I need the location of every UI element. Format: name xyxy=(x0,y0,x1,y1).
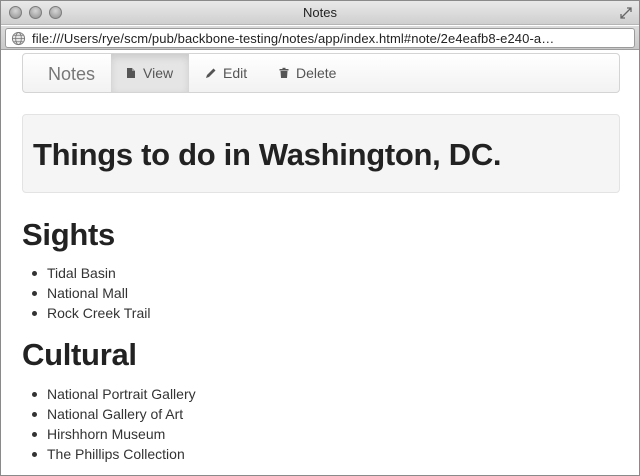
browser-window: Notes file:///Users/rye/scm/pub/backbone… xyxy=(0,0,640,476)
list-item: Rock Creek Trail xyxy=(28,303,150,323)
url-text[interactable]: file:///Users/rye/scm/pub/backbone-testi… xyxy=(32,31,632,46)
url-field[interactable]: file:///Users/rye/scm/pub/backbone-testi… xyxy=(5,28,635,48)
section-heading-sights: Sights xyxy=(22,217,115,252)
address-bar: file:///Users/rye/scm/pub/backbone-testi… xyxy=(1,26,639,50)
section-heading-cultural: Cultural xyxy=(22,337,137,372)
title-bar: Notes xyxy=(1,1,639,25)
file-icon xyxy=(127,68,135,78)
trash-icon xyxy=(279,67,289,78)
globe-icon xyxy=(11,31,26,46)
nav-view-label: View xyxy=(143,65,174,81)
list-item: The Phillips Collection xyxy=(28,444,196,464)
note-title-panel: Things to do in Washington, DC. xyxy=(22,114,620,193)
list-item: National Gallery of Art xyxy=(28,404,196,424)
nav-edit-label: Edit xyxy=(223,65,248,81)
list-item: National Mall xyxy=(28,283,150,303)
list-item: Hirshhorn Museum xyxy=(28,424,196,444)
nav-delete-tab[interactable]: Delete xyxy=(264,54,350,92)
list-item: National Portrait Gallery xyxy=(28,384,196,404)
nav-view-tab[interactable]: View xyxy=(111,54,189,92)
pencil-icon xyxy=(206,68,216,78)
nav-edit-tab[interactable]: Edit xyxy=(191,54,261,92)
nav-delete-label: Delete xyxy=(296,65,337,81)
note-title: Things to do in Washington, DC. xyxy=(33,137,502,172)
window-title: Notes xyxy=(303,5,337,20)
fullscreen-icon[interactable] xyxy=(619,6,633,20)
cultural-list: National Portrait Gallery National Galle… xyxy=(28,384,196,464)
brand-link[interactable]: Notes xyxy=(48,64,95,85)
list-item: Tidal Basin xyxy=(28,263,150,283)
navbar: Notes View Edit Delete xyxy=(22,53,620,93)
sights-list: Tidal Basin National Mall Rock Creek Tra… xyxy=(28,263,150,323)
